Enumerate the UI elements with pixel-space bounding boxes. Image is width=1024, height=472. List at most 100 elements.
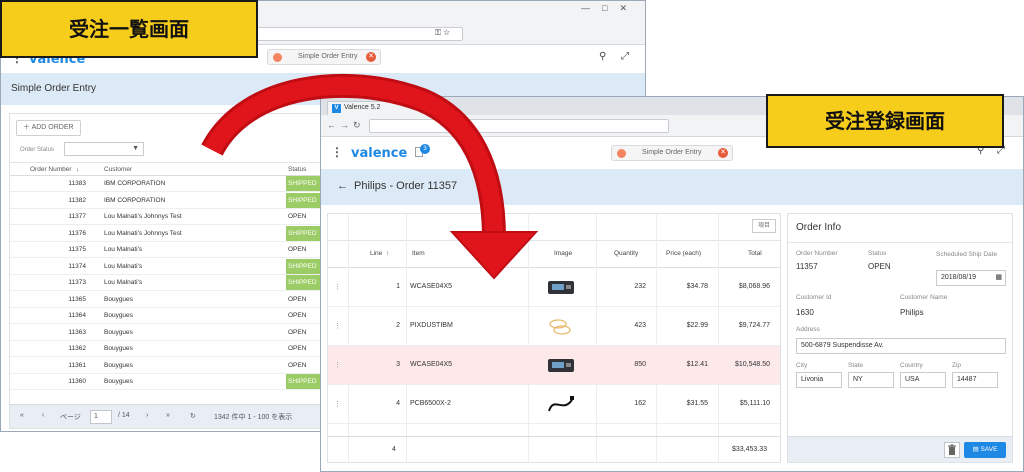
customer-name-label: Customer Name xyxy=(900,294,948,301)
col-customer[interactable]: Customer xyxy=(104,166,132,173)
key-star-icon[interactable]: ⚿ ☆ xyxy=(435,28,450,38)
price-cell: $31.55 xyxy=(686,400,708,407)
order-line-row[interactable]: ⋮ 4 PCB6500X-2 162 $31.55 $5,111.10 xyxy=(328,385,780,424)
ship-date-input[interactable]: 2018/08/19 ▦ xyxy=(936,270,1006,286)
col-image[interactable]: Image xyxy=(554,250,572,257)
line-cell: 2 xyxy=(396,322,400,329)
close-icon[interactable]: ✕ xyxy=(366,52,376,62)
sort-arrow-icon[interactable]: ↓ xyxy=(76,166,79,173)
refresh-icon[interactable]: ↻ xyxy=(190,412,196,420)
floppy-icon: ▤ xyxy=(972,446,979,453)
first-page-icon[interactable]: « xyxy=(20,412,24,419)
open-apps-badge[interactable]: 3 xyxy=(415,144,431,159)
zip-input[interactable]: 14487 xyxy=(952,372,998,388)
add-order-button[interactable]: ＋ ADD ORDER xyxy=(16,120,81,136)
customer-cell: IBM CORPORATION xyxy=(104,196,166,204)
page-count: / 14 xyxy=(118,412,130,419)
device-image xyxy=(548,359,574,372)
item-cell: WCASE04X5 xyxy=(410,283,453,290)
columns-button[interactable]: 項目 xyxy=(752,219,776,233)
cable-image xyxy=(548,396,574,412)
col-status[interactable]: Status xyxy=(288,166,306,173)
page-title: Simple Order Entry xyxy=(11,83,97,94)
close-icon[interactable]: ✕ xyxy=(718,148,728,158)
order-line-row[interactable]: ⋮ 1 WCASE04X5 232 $34.78 $8,068.96 xyxy=(328,268,780,307)
col-line[interactable]: Line xyxy=(370,250,382,257)
row-menu-icon[interactable]: ⋮ xyxy=(334,322,341,330)
order-line-row[interactable]: ⋮ 2 PIXDUSTIBM 423 $22.99 $9,724.77 xyxy=(328,307,780,346)
browser-tab[interactable]: V Valence 5.2 xyxy=(327,101,437,115)
save-button[interactable]: ▤ SAVE xyxy=(964,442,1006,458)
calendar-icon[interactable]: ▦ xyxy=(995,273,1002,281)
customer-cell: Lou Malnati's Johnnys Test xyxy=(104,229,182,237)
plus-icon: ＋ xyxy=(23,124,30,131)
chevron-down-icon: ▼ xyxy=(132,145,139,152)
customer-id-value: 1630 xyxy=(796,308,814,317)
entry-screen-callout: 受注登録画面 xyxy=(766,94,1004,148)
address-bar[interactable] xyxy=(369,119,669,133)
save-label: SAVE xyxy=(980,446,998,453)
order-status-label: Order Status xyxy=(20,147,55,153)
customer-id-label: Customer Id xyxy=(796,294,832,301)
col-item[interactable]: Item xyxy=(412,250,425,257)
fullscreen-icon[interactable]: ⤢ xyxy=(621,51,629,62)
lines-footer: 4 $33,453.33 xyxy=(328,436,780,462)
order-number-cell: 11376 xyxy=(68,229,86,237)
country-input[interactable]: USA xyxy=(900,372,946,388)
order-number-cell: 11373 xyxy=(68,279,86,286)
open-app-tab[interactable]: Simple Order Entry ✕ xyxy=(611,145,733,161)
order-info-panel: Order Info Order Number 11357 Status OPE… xyxy=(787,213,1013,463)
row-menu-icon[interactable]: ⋮ xyxy=(334,283,341,291)
prev-page-icon[interactable]: ‹ xyxy=(42,412,44,419)
quantity-cell: 162 xyxy=(634,400,646,407)
col-price[interactable]: Price (each) xyxy=(666,250,701,257)
app-logo[interactable]: valence xyxy=(351,146,407,161)
price-cell: $22.99 xyxy=(686,322,708,329)
order-number-cell: 11362 xyxy=(68,345,86,352)
back-arrow-icon[interactable]: ← xyxy=(337,180,348,192)
page-input[interactable]: 1 xyxy=(90,410,112,424)
rings-image xyxy=(549,319,571,335)
valence-favicon-icon: V xyxy=(332,104,341,113)
row-menu-icon[interactable]: ⋮ xyxy=(334,361,341,369)
sort-arrow-icon[interactable]: ↑ xyxy=(386,250,389,257)
customer-cell: Lou Malnati's xyxy=(104,246,143,253)
badge-count: 3 xyxy=(420,144,430,154)
city-input[interactable]: Livonia xyxy=(796,372,842,388)
new-tab-button[interactable] xyxy=(437,105,457,115)
entry-title-bar: ← Philips - Order 11357 xyxy=(321,169,1023,205)
status-value: OPEN xyxy=(868,262,891,271)
next-page-icon[interactable]: › xyxy=(146,412,148,419)
order-number-cell: 11364 xyxy=(68,312,86,319)
search-icon[interactable]: ⚲ xyxy=(599,51,606,62)
order-number-cell: 11382 xyxy=(68,196,86,204)
item-cell: WCASE04X5 xyxy=(410,361,453,368)
order-number-cell: 11374 xyxy=(68,262,86,270)
grand-total: $33,453.33 xyxy=(732,446,768,453)
total-cell: $8,068.96 xyxy=(738,283,770,290)
order-number-cell: 11375 xyxy=(68,246,86,253)
col-order-number[interactable]: Order Number xyxy=(30,166,72,173)
lines-header: Line ↑ Item Image Quantity Price (each) … xyxy=(328,240,780,268)
open-app-tab[interactable]: Simple Order Entry ✕ xyxy=(267,49,381,65)
order-status-select[interactable]: ▼ xyxy=(64,142,144,156)
address-input[interactable]: 500-6879 Suspendisse Av. xyxy=(796,338,1006,354)
menu-icon[interactable]: ⋮ xyxy=(331,145,343,159)
total-cell: $10,548.50 xyxy=(734,361,770,368)
entry-browser-window: V Valence 5.2 ←→↻ ⋮ valence 3 Simple Ord… xyxy=(320,96,1024,472)
customer-name-value: Philips xyxy=(900,308,924,317)
window-controls[interactable]: —□✕ xyxy=(581,3,639,14)
item-cell: PCB6500X-2 xyxy=(410,400,451,407)
state-input[interactable]: NY xyxy=(848,372,894,388)
col-total[interactable]: Total xyxy=(748,250,762,257)
nav-buttons-icon[interactable]: ←→↻ xyxy=(327,120,365,131)
row-menu-icon[interactable]: ⋮ xyxy=(334,400,341,408)
delete-button[interactable] xyxy=(944,442,960,458)
order-line-row[interactable]: ⋮ 3 WCASE04X5 850 $12.41 $10,548.50 xyxy=(328,346,780,385)
page-title-text: Philips - Order 11357 xyxy=(354,180,458,192)
pager-summary: 1342 件中 1 - 100 を表示 xyxy=(214,414,293,421)
address-bar[interactable] xyxy=(251,27,463,41)
total-cell: $9,724.77 xyxy=(738,322,770,329)
col-quantity[interactable]: Quantity xyxy=(614,250,638,257)
last-page-icon[interactable]: » xyxy=(166,412,170,419)
